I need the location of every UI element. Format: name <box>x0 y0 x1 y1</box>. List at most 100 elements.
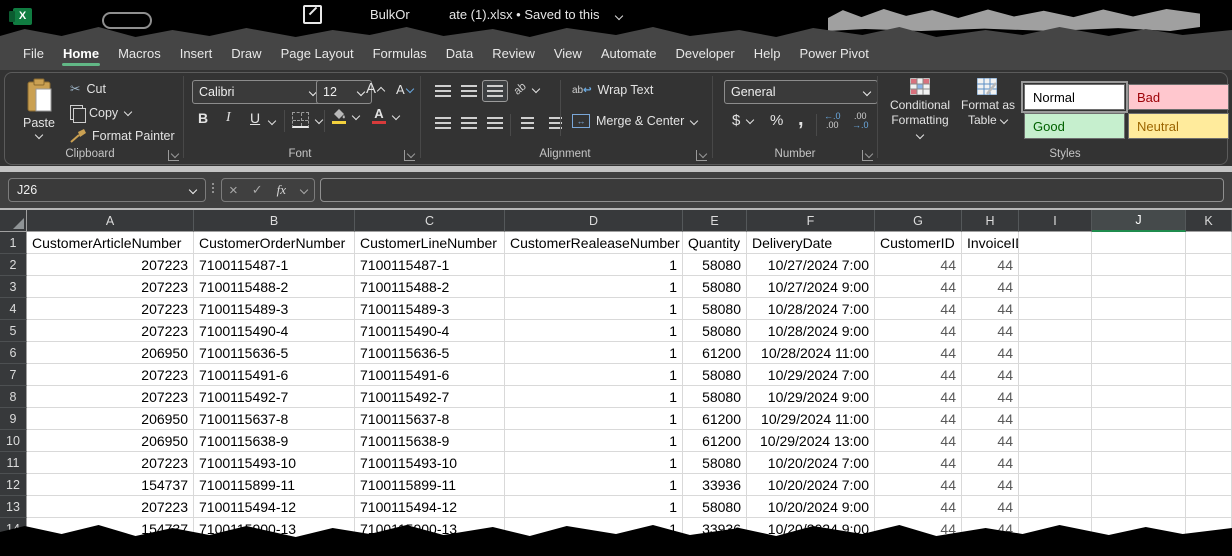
cell-G12[interactable]: 44 <box>875 474 962 496</box>
cell-style-bad[interactable]: Bad <box>1128 84 1229 110</box>
cell-I3[interactable] <box>1019 276 1092 298</box>
cell-style-neutral[interactable]: Neutral <box>1128 113 1229 139</box>
underline-chevron-down-icon[interactable] <box>268 118 276 125</box>
cell-H13[interactable]: 44 <box>962 496 1019 518</box>
increase-decimal-button[interactable]: ←.0 .00 <box>824 112 841 130</box>
cell-K12[interactable] <box>1186 474 1232 496</box>
cell-H11[interactable]: 44 <box>962 452 1019 474</box>
fill-color-button[interactable] <box>332 108 360 124</box>
select-all-button[interactable] <box>0 210 27 232</box>
cell-H7[interactable]: 44 <box>962 364 1019 386</box>
cell-F11[interactable]: 10/20/2024 7:00 <box>747 452 875 474</box>
row-header-11[interactable]: 11 <box>0 452 27 474</box>
decrease-font-size-button[interactable]: A <box>396 82 413 97</box>
cell-C7[interactable]: 7100115491-6 <box>355 364 505 386</box>
cell-C6[interactable]: 7100115636-5 <box>355 342 505 364</box>
cell-E4[interactable]: 58080 <box>683 298 747 320</box>
column-header-G[interactable]: G <box>875 210 962 232</box>
cell-K3[interactable] <box>1186 276 1232 298</box>
cell-J3[interactable] <box>1092 276 1186 298</box>
cell-B7[interactable]: 7100115491-6 <box>194 364 355 386</box>
row-header-10[interactable]: 10 <box>0 430 27 452</box>
font-size-select[interactable]: 12 <box>316 80 372 104</box>
cell-D13[interactable]: 1 <box>505 496 683 518</box>
cell-I8[interactable] <box>1019 386 1092 408</box>
fx-chevron-down-icon[interactable] <box>300 187 307 194</box>
paste-button[interactable]: Paste <box>14 78 64 150</box>
cell-C4[interactable]: 7100115489-3 <box>355 298 505 320</box>
row-header-5[interactable]: 5 <box>0 320 27 342</box>
font-color-button[interactable]: A <box>372 108 400 124</box>
cell-J10[interactable] <box>1092 430 1186 452</box>
cell-H2[interactable]: 44 <box>962 254 1019 276</box>
cell-B4[interactable]: 7100115489-3 <box>194 298 355 320</box>
increase-indent-button[interactable] <box>542 112 568 134</box>
cell-K13[interactable] <box>1186 496 1232 518</box>
cell-A8[interactable]: 207223 <box>27 386 194 408</box>
row-header-6[interactable]: 6 <box>0 342 27 364</box>
decrease-decimal-button[interactable]: .00 →.0 <box>852 112 869 130</box>
align-middle-button[interactable] <box>456 80 482 102</box>
alignment-dialog-launcher-icon[interactable] <box>696 150 707 161</box>
cell-C5[interactable]: 7100115490-4 <box>355 320 505 342</box>
copy-button[interactable]: Copy <box>70 105 132 120</box>
cell-E1[interactable]: Quantity <box>683 232 747 254</box>
format-painter-button[interactable]: Format Painter <box>70 129 175 143</box>
cell-A7[interactable]: 207223 <box>27 364 194 386</box>
cell-J2[interactable] <box>1092 254 1186 276</box>
cell-G11[interactable]: 44 <box>875 452 962 474</box>
menu-tab-data[interactable]: Data <box>445 46 474 70</box>
cell-A4[interactable]: 207223 <box>27 298 194 320</box>
cell-F2[interactable]: 10/27/2024 7:00 <box>747 254 875 276</box>
font-dialog-launcher-icon[interactable] <box>404 150 415 161</box>
cell-K6[interactable] <box>1186 342 1232 364</box>
cell-E10[interactable]: 61200 <box>683 430 747 452</box>
cell-J8[interactable] <box>1092 386 1186 408</box>
cell-A6[interactable]: 206950 <box>27 342 194 364</box>
cell-I4[interactable] <box>1019 298 1092 320</box>
menu-tab-insert[interactable]: Insert <box>179 46 214 70</box>
cell-D7[interactable]: 1 <box>505 364 683 386</box>
cell-B9[interactable]: 7100115637-8 <box>194 408 355 430</box>
cell-D9[interactable]: 1 <box>505 408 683 430</box>
cell-B13[interactable]: 7100115494-12 <box>194 496 355 518</box>
cell-B6[interactable]: 7100115636-5 <box>194 342 355 364</box>
row-header-7[interactable]: 7 <box>0 364 27 386</box>
cell-B10[interactable]: 7100115638-9 <box>194 430 355 452</box>
enter-icon[interactable]: ✓ <box>252 183 263 198</box>
cell-G8[interactable]: 44 <box>875 386 962 408</box>
cell-H10[interactable]: 44 <box>962 430 1019 452</box>
cell-I10[interactable] <box>1019 430 1092 452</box>
cell-H1[interactable]: InvoiceID <box>962 232 1019 254</box>
menu-tab-file[interactable]: File <box>22 46 45 70</box>
formula-input[interactable] <box>320 178 1224 202</box>
autosave-toggle[interactable] <box>102 12 152 29</box>
cell-B2[interactable]: 7100115487-1 <box>194 254 355 276</box>
cell-I9[interactable] <box>1019 408 1092 430</box>
cell-J9[interactable] <box>1092 408 1186 430</box>
cell-K10[interactable] <box>1186 430 1232 452</box>
row-header-13[interactable]: 13 <box>0 496 27 518</box>
number-dialog-launcher-icon[interactable] <box>862 150 873 161</box>
cell-D3[interactable]: 1 <box>505 276 683 298</box>
cell-E13[interactable]: 58080 <box>683 496 747 518</box>
cell-F10[interactable]: 10/29/2024 13:00 <box>747 430 875 452</box>
cell-A11[interactable]: 207223 <box>27 452 194 474</box>
cell-I11[interactable] <box>1019 452 1092 474</box>
name-box[interactable]: J26 <box>8 178 206 202</box>
cell-B1[interactable]: CustomerOrderNumber <box>194 232 355 254</box>
cell-G3[interactable]: 44 <box>875 276 962 298</box>
cell-H3[interactable]: 44 <box>962 276 1019 298</box>
cell-E5[interactable]: 58080 <box>683 320 747 342</box>
cell-F1[interactable]: DeliveryDate <box>747 232 875 254</box>
decrease-indent-button[interactable] <box>514 112 540 134</box>
insert-function-icon[interactable]: fx <box>277 182 286 198</box>
cell-F3[interactable]: 10/27/2024 9:00 <box>747 276 875 298</box>
cell-A12[interactable]: 154737 <box>27 474 194 496</box>
align-top-button[interactable] <box>430 80 456 102</box>
cell-H4[interactable]: 44 <box>962 298 1019 320</box>
cell-A5[interactable]: 207223 <box>27 320 194 342</box>
cell-E7[interactable]: 58080 <box>683 364 747 386</box>
cell-I13[interactable] <box>1019 496 1092 518</box>
cell-J1[interactable] <box>1092 232 1186 254</box>
